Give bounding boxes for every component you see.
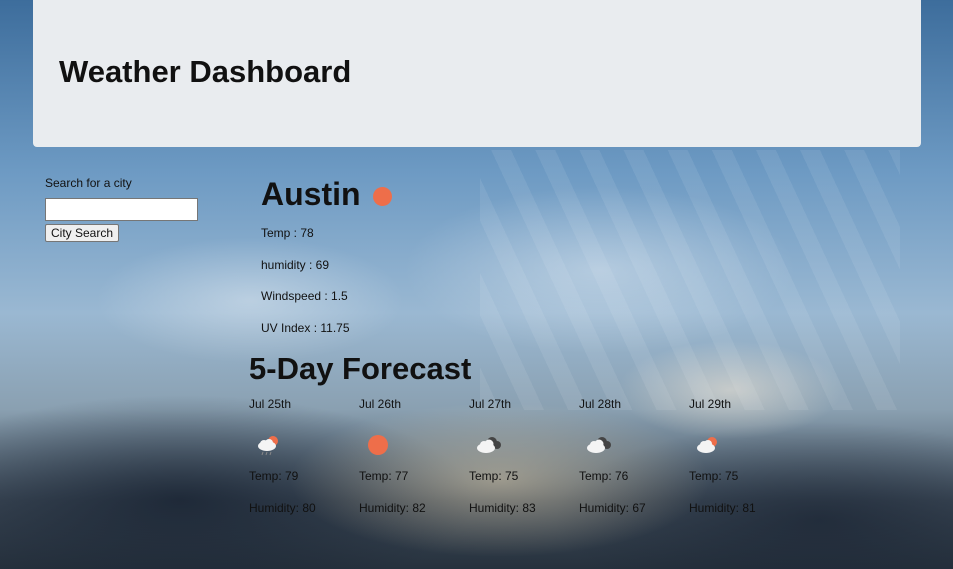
forecast-title: 5-Day Forecast — [249, 351, 472, 386]
forecast-temp: Temp: 75 — [469, 469, 519, 483]
page-title: Weather Dashboard — [59, 54, 352, 89]
background-light-rays — [480, 150, 900, 410]
forecast-date: Jul 25th — [249, 397, 292, 411]
forecast-date: Jul 27th — [469, 397, 512, 411]
forecast-date: Jul 28th — [579, 397, 622, 411]
current-temp: Temp : 78 — [261, 226, 314, 240]
page-header: Weather Dashboard — [33, 0, 921, 147]
forecast-humidity: Humidity: 67 — [579, 501, 646, 515]
search-label: Search for a city — [45, 176, 132, 190]
forecast-temp: Temp: 76 — [579, 469, 629, 483]
city-search-input[interactable] — [45, 198, 198, 221]
current-humidity: humidity : 69 — [261, 258, 330, 272]
broken-clouds-icon — [587, 437, 611, 453]
forecast-temp: Temp: 77 — [359, 469, 409, 483]
forecast-humidity: Humidity: 83 — [469, 501, 536, 515]
few-clouds-sun-icon — [697, 437, 717, 453]
forecast-temp: Temp: 79 — [249, 469, 299, 483]
forecast-humidity: Humidity: 80 — [249, 501, 316, 515]
clear-sky-sun-icon — [368, 435, 388, 455]
forecast-date: Jul 26th — [359, 397, 402, 411]
clear-sky-sun-icon — [372, 186, 392, 206]
current-windspeed: Windspeed : 1.5 — [261, 289, 348, 303]
forecast-temp: Temp: 75 — [689, 469, 739, 483]
forecast-humidity: Humidity: 81 — [689, 501, 756, 515]
city-search-button[interactable]: City Search — [45, 224, 120, 242]
city-search-form: Search for a city City Search — [45, 176, 198, 242]
broken-clouds-icon — [477, 437, 501, 453]
current-city-name: Austin — [261, 175, 361, 212]
forecast-humidity: Humidity: 82 — [359, 501, 426, 515]
rain-cloud-sun-icon — [258, 436, 278, 456]
current-uv-index: UV Index : 11.75 — [261, 321, 350, 335]
forecast-date: Jul 29th — [689, 397, 732, 411]
current-weather: Austin Temp : 78 humidity : 69 Windspeed… — [261, 172, 392, 335]
